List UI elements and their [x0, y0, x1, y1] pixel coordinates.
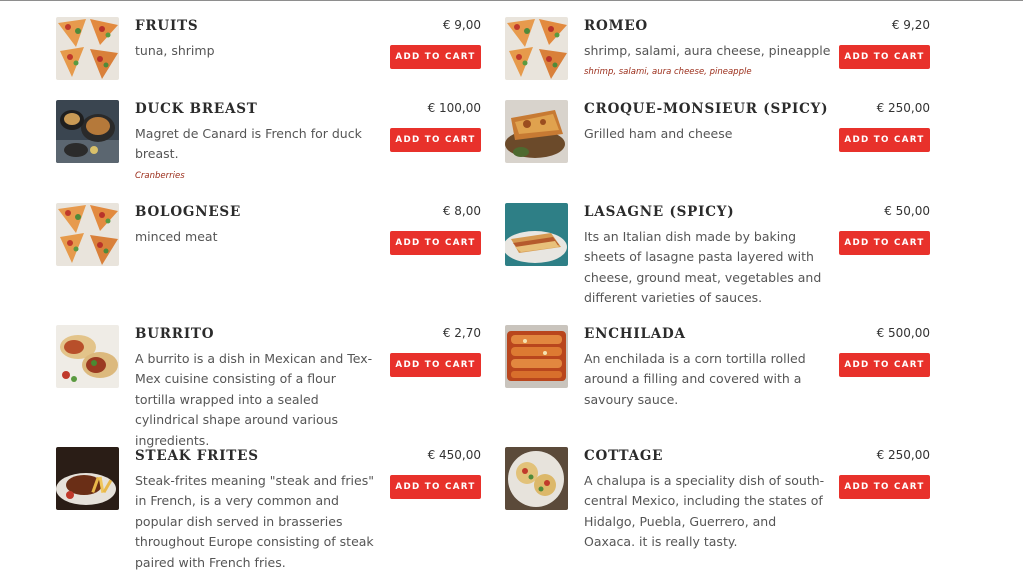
add-to-cart-button[interactable]: ADD TO CART	[839, 128, 930, 152]
pizza-slices-photo	[56, 203, 119, 266]
add-to-cart-button[interactable]: ADD TO CART	[390, 231, 481, 255]
item-tag: shrimp, salami, aura cheese, pineapple	[584, 67, 752, 77]
add-to-cart-button[interactable]: ADD TO CART	[390, 128, 481, 152]
item-title: LASAGNE (SPICY)	[584, 204, 735, 220]
pizza-slices-photo	[56, 17, 119, 80]
menu-item-cottage: COTTAGE A chalupa is a speciality dish o…	[505, 447, 930, 553]
item-title: CROQUE-MONSIEUR (SPICY)	[584, 101, 829, 117]
menu-item-croque-monsieur: CROQUE-MONSIEUR (SPICY) Grilled ham and …	[505, 100, 930, 166]
menu-item-steak-frites: STEAK FRITES Steak-frites meaning "steak…	[56, 447, 481, 570]
item-title: ROMEO	[584, 18, 648, 34]
item-title: BOLOGNESE	[135, 204, 242, 220]
menu-item-lasagne: LASAGNE (SPICY) Its an Italian dish made…	[505, 203, 930, 309]
menu-item-bolognese: BOLOGNESE minced meat € 8,00 ADD TO CART	[56, 203, 481, 269]
menu-item-romeo: ROMEO shrimp, salami, aura cheese, pinea…	[505, 17, 930, 83]
add-to-cart-button[interactable]: ADD TO CART	[839, 231, 930, 255]
add-to-cart-button[interactable]: ADD TO CART	[390, 353, 481, 377]
item-title: DUCK BREAST	[135, 101, 258, 117]
steak-frites-photo	[56, 447, 119, 510]
item-title: STEAK FRITES	[135, 448, 259, 464]
add-to-cart-button[interactable]: ADD TO CART	[390, 475, 481, 499]
item-price: € 450,00	[427, 448, 481, 462]
burrito-photo	[56, 325, 119, 388]
item-price: € 100,00	[427, 101, 481, 115]
item-price: € 500,00	[876, 326, 930, 340]
item-title: BURRITO	[135, 326, 215, 342]
item-price: € 250,00	[876, 101, 930, 115]
add-to-cart-button[interactable]: ADD TO CART	[839, 45, 930, 69]
item-description: An enchilada is a corn tortilla rolled a…	[584, 351, 806, 407]
item-price: € 2,70	[442, 326, 481, 340]
item-description: minced meat	[135, 229, 218, 244]
item-description: shrimp, salami, aura cheese, pineapple	[584, 43, 831, 58]
item-description: tuna, shrimp	[135, 43, 215, 58]
item-title: ENCHILADA	[584, 326, 686, 342]
enchilada-photo	[505, 325, 568, 388]
menu-item-enchilada: ENCHILADA An enchilada is a corn tortill…	[505, 325, 930, 411]
item-description: Grilled ham and cheese	[584, 126, 733, 141]
chalupa-photo	[505, 447, 568, 510]
item-price: € 9,20	[891, 18, 930, 32]
top-divider	[0, 0, 1023, 1]
duck-breast-photo	[56, 100, 119, 163]
pizza-slices-photo	[505, 17, 568, 80]
item-price: € 50,00	[884, 204, 930, 218]
item-description: Steak-frites meaning "steak and fries" i…	[135, 473, 374, 570]
lasagne-photo	[505, 203, 568, 266]
item-tag: Cranberries	[135, 171, 185, 181]
item-description: Its an Italian dish made by baking sheet…	[584, 229, 822, 306]
item-description: A chalupa is a speciality dish of south-…	[584, 473, 825, 550]
add-to-cart-button[interactable]: ADD TO CART	[839, 353, 930, 377]
menu-item-fruits: FRUITS tuna, shrimp € 9,00 ADD TO CART	[56, 17, 481, 83]
item-price: € 8,00	[442, 204, 481, 218]
item-description: Magret de Canard is French for duck brea…	[135, 126, 362, 162]
menu-item-burrito: BURRITO A burrito is a dish in Mexican a…	[56, 325, 481, 448]
menu-item-duck-breast: DUCK BREAST Magret de Canard is French f…	[56, 100, 481, 186]
croque-monsieur-photo	[505, 100, 568, 163]
item-price: € 250,00	[876, 448, 930, 462]
add-to-cart-button[interactable]: ADD TO CART	[390, 45, 481, 69]
item-title: FRUITS	[135, 18, 199, 34]
add-to-cart-button[interactable]: ADD TO CART	[839, 475, 930, 499]
item-description: A burrito is a dish in Mexican and Tex-M…	[135, 351, 373, 448]
item-price: € 9,00	[442, 18, 481, 32]
item-title: COTTAGE	[584, 448, 664, 464]
